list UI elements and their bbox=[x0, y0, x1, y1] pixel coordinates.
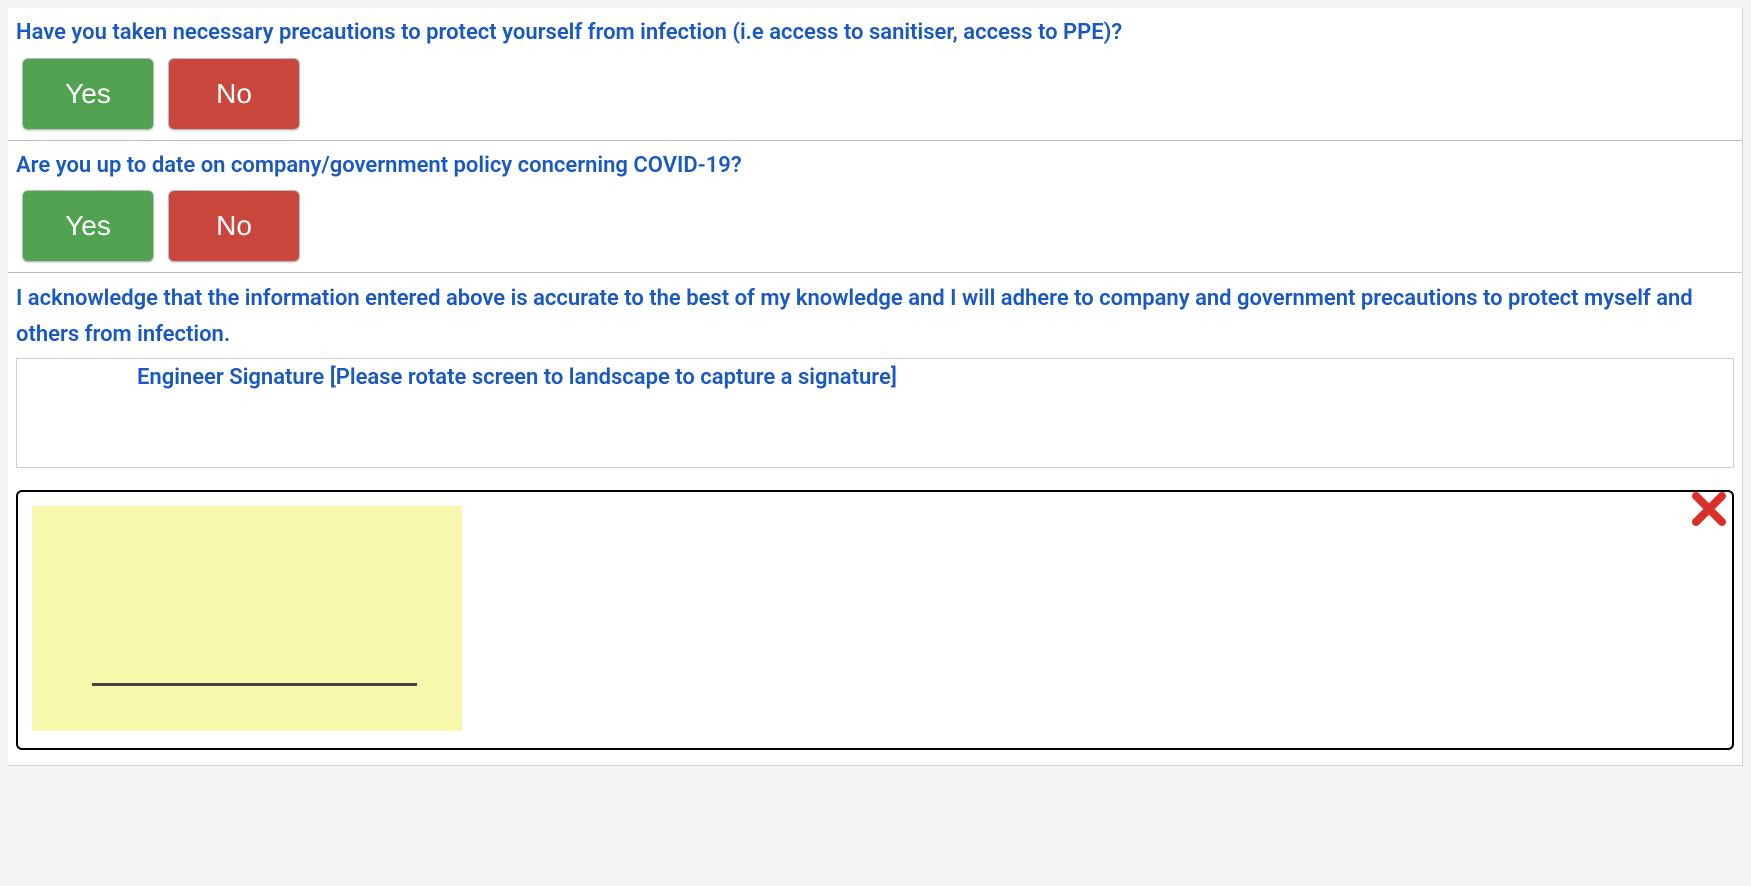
yes-button[interactable]: Yes bbox=[22, 58, 154, 130]
signature-label-box: Engineer Signature [Please rotate screen… bbox=[16, 358, 1734, 468]
yes-button[interactable]: Yes bbox=[22, 190, 154, 262]
question-label: Have you taken necessary precautions to … bbox=[8, 18, 1742, 58]
acknowledgement-text: I acknowledge that the information enter… bbox=[8, 281, 1742, 351]
question-label: Are you up to date on company/government… bbox=[8, 151, 1742, 191]
question-precautions: Have you taken necessary precautions to … bbox=[8, 8, 1742, 140]
no-button[interactable]: No bbox=[168, 190, 300, 262]
signature-pad[interactable] bbox=[32, 506, 462, 731]
signature-panel bbox=[16, 490, 1734, 750]
form-container: Have you taken necessary precautions to … bbox=[8, 8, 1743, 766]
acknowledgement-block: I acknowledge that the information enter… bbox=[8, 272, 1742, 764]
button-row: Yes No bbox=[8, 190, 1742, 262]
clear-signature-button[interactable] bbox=[1690, 490, 1728, 528]
signature-label: Engineer Signature [Please rotate screen… bbox=[25, 365, 1725, 390]
button-row: Yes No bbox=[8, 58, 1742, 130]
close-icon bbox=[1690, 490, 1728, 528]
no-button[interactable]: No bbox=[168, 58, 300, 130]
question-policy: Are you up to date on company/government… bbox=[8, 140, 1742, 273]
signature-line bbox=[92, 683, 417, 686]
